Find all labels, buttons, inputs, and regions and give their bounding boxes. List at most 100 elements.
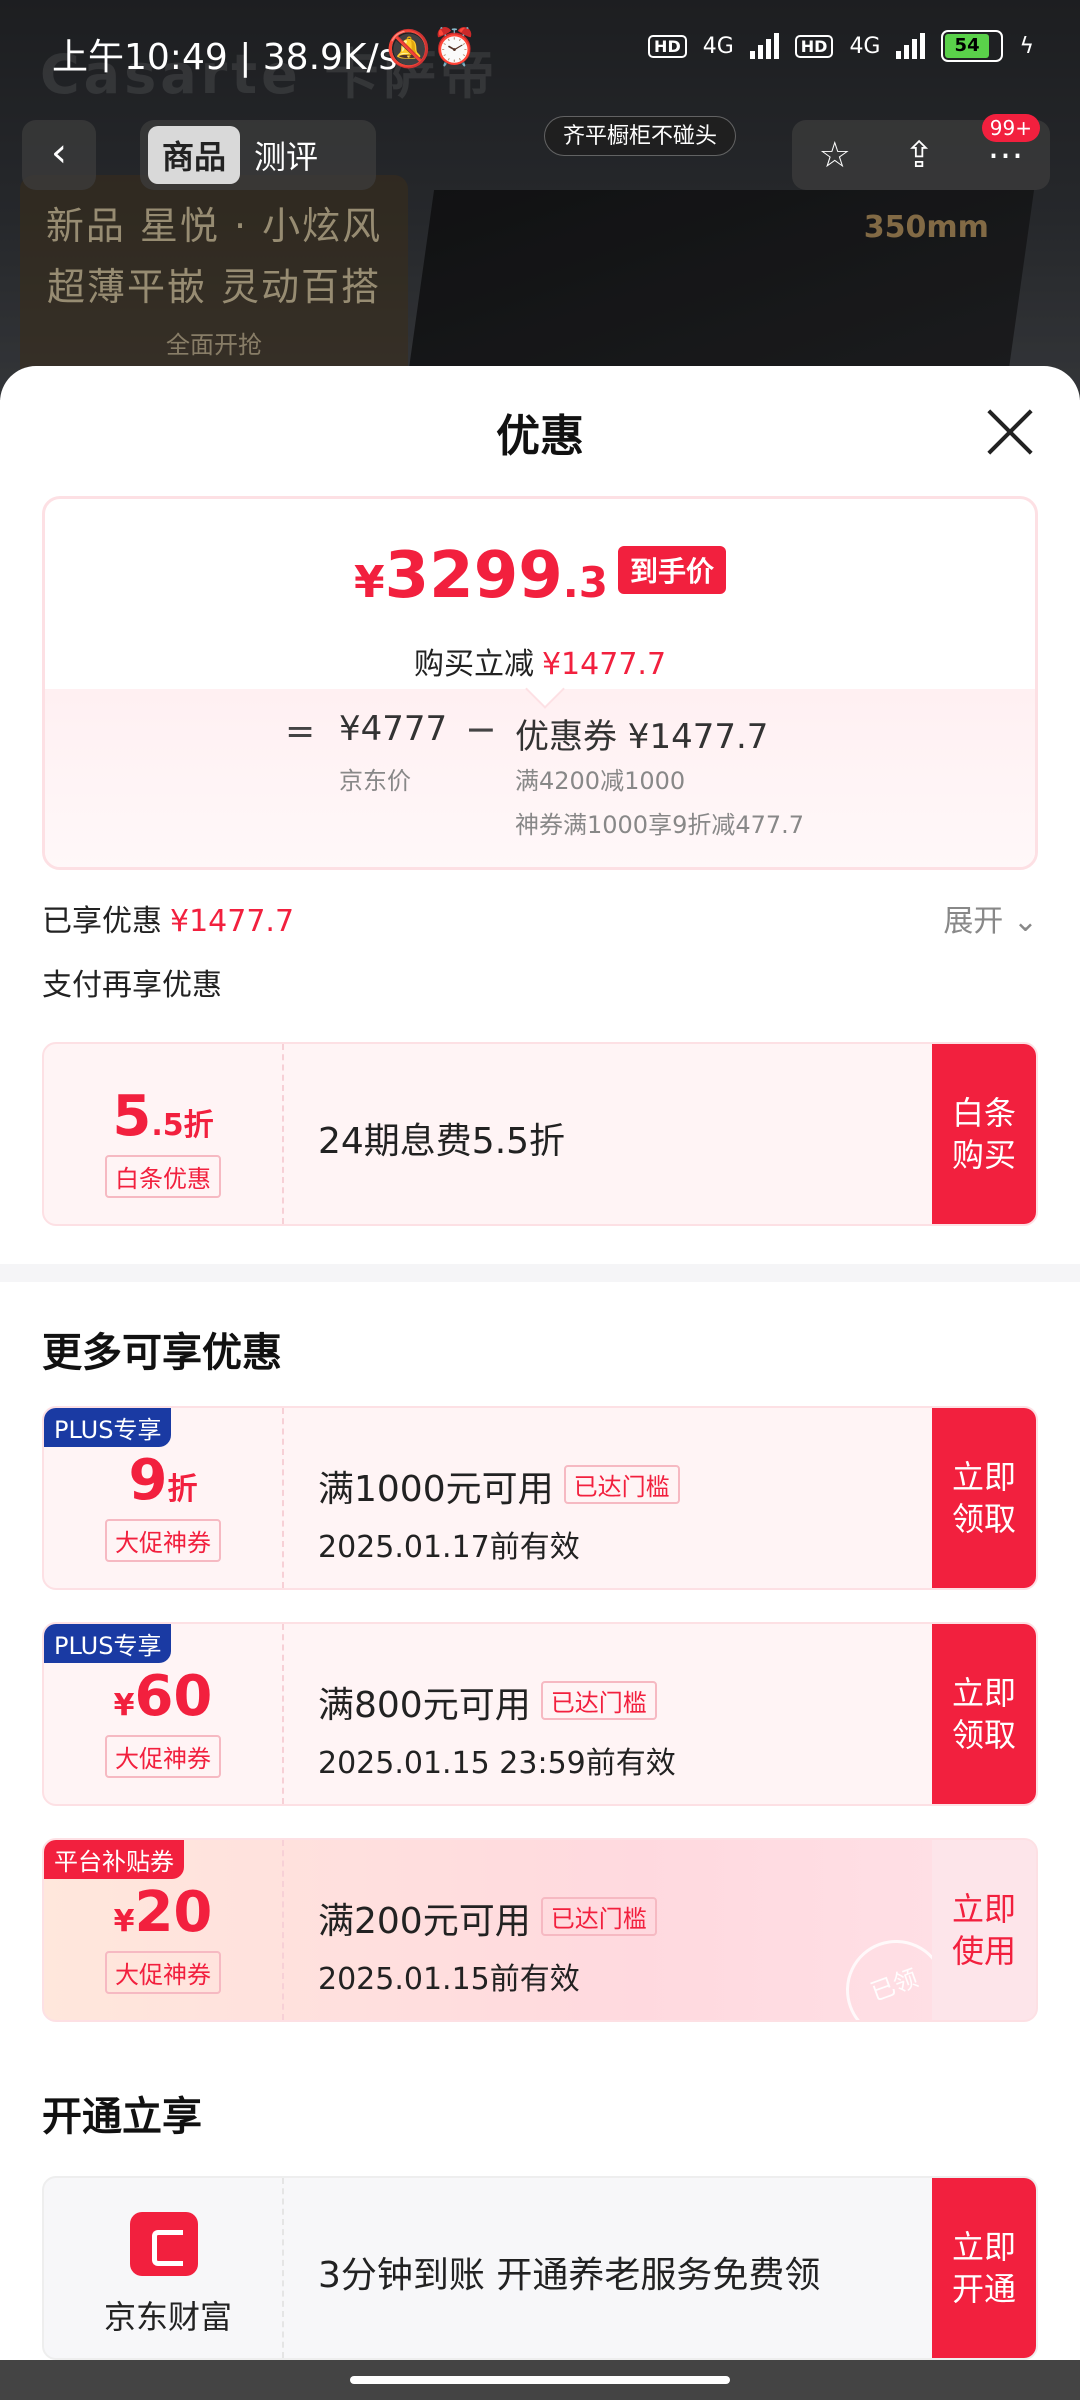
- coupon-expiry: 2025.01.15前有效: [318, 1962, 580, 1997]
- coupon-info: 满1000元可用 已达门槛 2025.01.17前有效: [318, 1408, 680, 1588]
- close-icon[interactable]: [980, 402, 1040, 462]
- top-actions: ☆ ⇪ ⋯ 99+: [792, 114, 1050, 190]
- price-calculation: = ¥4777 京东价 − 优惠券 ¥1477.7 满4200减1000 神券满…: [45, 669, 1035, 867]
- price-breakdown-card: ¥3299.3 到手价 购买立减 ¥1477.7 = ¥4777 京东价 − 优惠券…: [42, 496, 1038, 870]
- signal-icon: [749, 33, 779, 59]
- coupon-condition-text: 满1000元可用: [318, 1469, 554, 1510]
- back-button[interactable]: ‹: [22, 120, 96, 190]
- threshold-reached-tag: 已达门槛: [563, 1465, 680, 1504]
- equals-sign: =: [285, 711, 316, 752]
- currency-symbol: ¥: [354, 557, 385, 608]
- status-indicators: HD 4G HD 4G 54 ϟ: [648, 30, 1034, 62]
- coupon-amount: ¥20: [44, 1880, 282, 1945]
- coupon-detail-1: 满4200减1000: [515, 767, 686, 795]
- coupon-label: 大促神券: [105, 1519, 221, 1562]
- coupon-condition-text: 满200元可用: [318, 1901, 531, 1942]
- open-offers-title: 开通立享: [42, 2094, 202, 2140]
- baitiao-amount-big: 5: [112, 1084, 152, 1149]
- hd-icon: HD: [648, 34, 687, 58]
- back-icon: ‹: [51, 130, 67, 176]
- coupon-condition: 满800元可用 已达门槛: [318, 1676, 676, 1728]
- open-now-button[interactable]: 立即开通: [932, 2178, 1036, 2358]
- coupon-condition: 满1000元可用 已达门槛: [318, 1460, 680, 1512]
- minus-sign: −: [465, 707, 497, 751]
- threshold-reached-tag: 已达门槛: [540, 1897, 657, 1936]
- coupon-amount: ¥60: [44, 1664, 282, 1729]
- battery-level: 54: [945, 34, 989, 58]
- signal-icon-2: [896, 33, 926, 59]
- coupon-amount-big: 20: [134, 1880, 213, 1945]
- tab-bar: 商品 测评: [140, 120, 376, 190]
- more-offers-title: 更多可享优惠: [42, 1330, 282, 1376]
- jd-finance-info: 3分钟到账 开通养老服务免费领: [318, 2178, 820, 2358]
- baitiao-offer: 5.5折 白条优惠 24期息费5.5折 白条购买: [42, 1042, 1038, 1226]
- claim-coupon-button[interactable]: 立即领取: [932, 1408, 1036, 1588]
- home-indicator[interactable]: [350, 2376, 730, 2384]
- jd-finance-offer: 京东财富 3分钟到账 开通养老服务免费领 立即开通: [42, 2176, 1038, 2360]
- enjoyed-label: 已享优惠: [42, 904, 162, 939]
- baitiao-buy-button[interactable]: 白条购买: [932, 1044, 1036, 1224]
- feature-tag: 齐平橱柜不碰头: [544, 116, 737, 156]
- coupon-card: PLUS专享 9折 大促神券 满1000元可用 已达门槛 2025.01.17前有…: [42, 1406, 1038, 1590]
- coupon-left: ¥20 大促神券: [44, 1840, 284, 2020]
- reduction-amount: ¥1477.7: [541, 647, 667, 682]
- favorite-star-icon[interactable]: ☆: [819, 135, 851, 176]
- final-price-tag: 到手价: [617, 546, 726, 594]
- use-coupon-button[interactable]: 立即使用: [932, 1840, 1036, 2020]
- jd-finance-logo-icon: [130, 2212, 198, 2276]
- jd-price-label: 京东价: [339, 767, 411, 795]
- coupon-total: 优惠券 ¥1477.7: [515, 717, 769, 757]
- coupon-amount-prefix: ¥: [113, 1904, 135, 1939]
- pay-more-title: 支付再享优惠: [42, 968, 222, 1003]
- jd-finance-left: 京东财富: [44, 2178, 284, 2358]
- charging-icon: ϟ: [1019, 33, 1034, 59]
- expand-button[interactable]: 展开 ⌄: [943, 896, 1038, 940]
- coupon-card: 平台补贴券 ¥20 大促神券 满200元可用 已达门槛 2025.01.15前有效…: [42, 1838, 1038, 2022]
- tab-reviews[interactable]: 测评: [240, 126, 332, 184]
- share-icon[interactable]: ⇪: [904, 135, 934, 176]
- coupon-label: 大促神券: [105, 1735, 221, 1778]
- coupon-amount: 9折: [44, 1448, 282, 1513]
- enjoyed-discount: 已享优惠 ¥1477.7: [42, 896, 294, 940]
- baitiao-amount: 5.5折: [44, 1084, 282, 1149]
- time-and-speed: 上午10:49 | 38.9K/s: [52, 37, 398, 78]
- coupon-amount-big: 60: [134, 1664, 213, 1729]
- baitiao-left: 5.5折 白条优惠: [44, 1044, 284, 1224]
- mute-bell-icon: 🔕: [386, 29, 431, 70]
- sheet-title: 优惠: [496, 411, 584, 462]
- baitiao-amount-small: .5折: [151, 1108, 214, 1143]
- reduction-label: 购买立减: [413, 647, 534, 682]
- alarm-icon: ⏰: [432, 27, 477, 68]
- coupon-condition: 满200元可用 已达门槛: [318, 1892, 657, 1944]
- final-price: ¥3299.3 到手价: [45, 539, 1035, 613]
- claim-coupon-button[interactable]: 立即领取: [932, 1624, 1036, 1804]
- message-badge: 99+: [981, 114, 1040, 142]
- coupon-info: 满800元可用 已达门槛 2025.01.15 23:59前有效: [318, 1624, 676, 1804]
- baitiao-text: 24期息费5.5折: [318, 1121, 566, 1162]
- discount-sheet: 优惠 ¥3299.3 到手价 购买立减 ¥1477.7 = ¥4777 京东价 − …: [0, 366, 1080, 2400]
- jd-price: ¥4777: [339, 709, 448, 749]
- coupon-detail-2: 神券满1000享9折减477.7: [515, 811, 805, 839]
- top-nav: ‹ 商品 测评 ☆ ⇪ ⋯ 99+: [0, 114, 1080, 190]
- network-label-1: 4G: [702, 33, 734, 59]
- coupon-amount-prefix: ¥: [113, 1688, 135, 1723]
- jd-finance-text: 3分钟到账 开通养老服务免费领: [318, 2255, 821, 2296]
- section-separator: [0, 1264, 1080, 1282]
- coupon-left: 9折 大促神券: [44, 1408, 284, 1588]
- baitiao-info: 24期息费5.5折: [318, 1044, 565, 1224]
- coupon-expiry: 2025.01.15 23:59前有效: [318, 1746, 676, 1781]
- coupon-expiry: 2025.01.17前有效: [318, 1530, 580, 1565]
- hd-icon-2: HD: [794, 34, 834, 58]
- coupon-card: PLUS专享 ¥60 大促神券 满800元可用 已达门槛 2025.01.15 2…: [42, 1622, 1038, 1806]
- threshold-reached-tag: 已达门槛: [540, 1681, 657, 1720]
- tab-product[interactable]: 商品: [148, 126, 241, 184]
- coupon-left: ¥60 大促神券: [44, 1624, 284, 1804]
- price-decimal: .3: [562, 558, 608, 607]
- coupon-condition-text: 满800元可用: [318, 1685, 531, 1726]
- coupon-amount-big: 9: [128, 1448, 168, 1513]
- battery-icon: 54: [941, 30, 1004, 62]
- system-nav-bar: [0, 2360, 1080, 2400]
- coupon-amount-unit: 折: [167, 1472, 198, 1507]
- coupon-label: 大促神券: [105, 1951, 221, 1994]
- coupon-info: 满200元可用 已达门槛 2025.01.15前有效: [318, 1840, 657, 2020]
